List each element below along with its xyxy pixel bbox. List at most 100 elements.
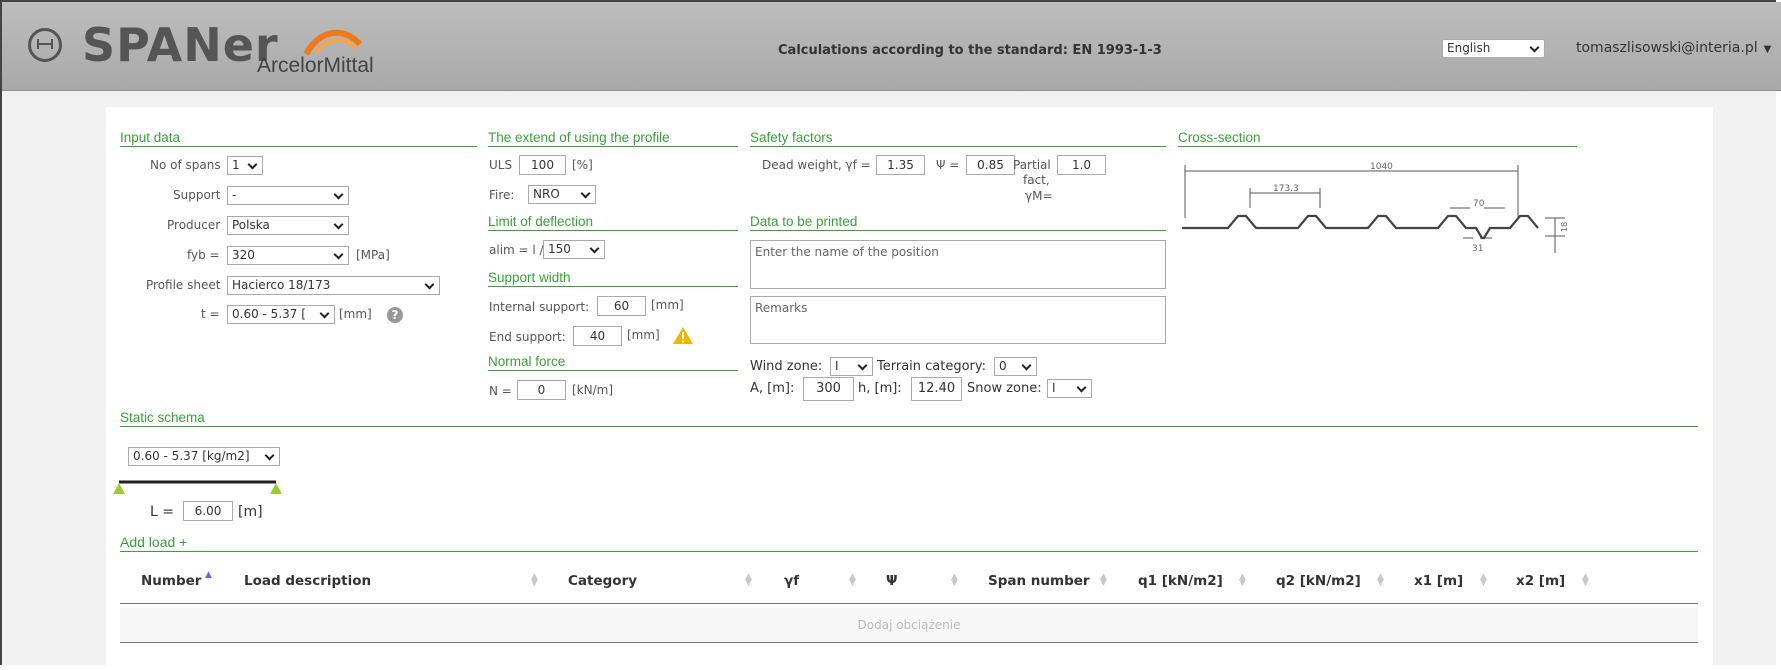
sort-icon[interactable]: ▲ ▼ — [531, 573, 538, 588]
uls-unit: [%] — [572, 158, 593, 172]
static-schema-heading: Static schema — [120, 410, 1698, 427]
terrain-category-label: Terrain category: — [877, 359, 987, 374]
fyb-unit: [MPa] — [356, 248, 390, 262]
partial-factor-label-1: Partial — [1013, 158, 1051, 172]
sort-icon[interactable]: ▲ ▼ — [1377, 573, 1384, 588]
a-input[interactable]: 300 — [803, 377, 854, 401]
table-bottom-divider — [120, 642, 1698, 643]
sort-icon[interactable]: ▲ ▼ — [1239, 573, 1246, 588]
dim-width-label: 1040 — [1370, 162, 1393, 172]
normal-force-heading: Normal force — [488, 354, 738, 371]
extend-heading: The extend of using the profile — [488, 130, 738, 147]
thickness-label: t = — [201, 307, 220, 321]
thickness-select[interactable]: 0.60 - 5.37 [ — [227, 305, 335, 324]
uls-label: ULS — [489, 158, 513, 172]
span-length-unit: [m] — [238, 504, 263, 520]
input-data-heading: Input data — [120, 130, 477, 147]
table-empty-row[interactable]: Dodaj obciążenie — [120, 608, 1698, 642]
col-x2[interactable]: x2 [m] — [1516, 573, 1565, 589]
end-support-input[interactable]: 40 — [573, 326, 622, 346]
snow-zone-select[interactable]: I — [1047, 379, 1092, 398]
remarks-textarea[interactable]: Remarks — [750, 296, 1166, 344]
spans-select[interactable]: 1 — [227, 156, 263, 175]
fire-label: Fire: — [489, 188, 515, 202]
internal-support-unit: [mm] — [651, 298, 684, 312]
dead-weight-input[interactable]: 1.35 — [876, 155, 925, 175]
partner-logo-text: ArcelorMittal — [257, 54, 374, 77]
sort-icon[interactable]: ▲ ▼ — [1480, 573, 1487, 588]
fyb-label: fyb = — [187, 248, 220, 262]
span-length-input[interactable]: 6.00 — [183, 501, 233, 521]
partial-factor-label-3: γM= — [1025, 189, 1053, 203]
internal-support-input[interactable]: 60 — [597, 296, 646, 316]
partial-factor-input[interactable]: 1.0 — [1057, 155, 1106, 175]
support-select[interactable]: - — [227, 186, 349, 205]
user-menu[interactable]: tomaszlisowski@interia.pl ▼ — [1576, 40, 1771, 56]
standard-title: Calculations according to the standard: … — [778, 43, 1162, 58]
chevron-down-icon: ▼ — [1763, 44, 1772, 55]
user-email: tomaszlisowski@interia.pl — [1576, 40, 1758, 56]
sort-icon[interactable]: ▲ ▼ — [1582, 573, 1589, 588]
uls-input[interactable]: 100 — [519, 155, 566, 175]
deflection-select[interactable]: 150 — [543, 240, 605, 259]
profile-select[interactable]: Hacierco 18/173 — [227, 276, 440, 295]
normal-force-label: N = — [489, 384, 512, 398]
load-select[interactable]: 0.60 - 5.37 [kg/m2] — [128, 447, 280, 466]
safety-heading: Safety factors — [750, 130, 1166, 147]
dead-weight-label: Dead weight, γf = — [762, 158, 871, 172]
brand-name: SPANer — [82, 18, 279, 72]
position-name-textarea[interactable]: Enter the name of the position — [750, 240, 1166, 289]
top-bar: SPANer ArcelorMittal Calculations accord… — [2, 2, 1781, 91]
left-support-icon — [113, 483, 125, 494]
support-width-heading: Support width — [488, 270, 738, 287]
producer-select[interactable]: Polska — [227, 216, 349, 235]
language-select[interactable]: English — [1442, 39, 1545, 58]
normal-force-input[interactable]: 0 — [517, 380, 566, 400]
sort-asc-icon[interactable]: ▲ — [205, 571, 212, 580]
partial-factor-label-2: fact, — [1023, 173, 1050, 187]
sort-icon[interactable]: ▲ ▼ — [745, 573, 752, 588]
h-label: h, [m]: — [858, 381, 902, 396]
end-support-unit: [mm] — [627, 328, 660, 342]
h-input[interactable]: 12.40 — [911, 377, 962, 401]
col-number[interactable]: Number — [141, 573, 201, 589]
producer-label: Producer — [167, 218, 221, 232]
cross-section-heading: Cross-section — [1178, 130, 1577, 147]
psi-label: Ψ = — [936, 158, 960, 172]
spans-label: No of spans — [150, 158, 221, 172]
fyb-select[interactable]: 320 — [227, 246, 349, 265]
deflection-heading: Limit of deflection — [488, 214, 738, 231]
cross-section-drawing: 1040 173.3 70 31 18 — [1182, 162, 1569, 254]
add-load-link[interactable]: Add load + — [120, 534, 1698, 552]
sort-icon[interactable]: ▲ ▼ — [951, 573, 958, 588]
dim-pitch-label: 173.3 — [1273, 184, 1299, 194]
warning-icon — [673, 327, 693, 344]
thickness-unit: [mm] — [339, 307, 372, 321]
beam-diagram — [113, 480, 282, 494]
col-psi[interactable]: Ψ — [886, 573, 897, 589]
col-x1[interactable]: x1 [m] — [1414, 573, 1463, 589]
wind-zone-select[interactable]: I — [830, 357, 873, 376]
col-q2[interactable]: q2 [kN/m2] — [1276, 573, 1361, 589]
fire-select[interactable]: NRO — [528, 185, 596, 204]
terrain-category-select[interactable]: 0 — [994, 357, 1037, 376]
wind-zone-label: Wind zone: — [750, 359, 823, 374]
psi-input[interactable]: 0.85 — [966, 155, 1015, 175]
spaner-logo-icon — [28, 28, 62, 62]
help-icon[interactable]: ? — [387, 307, 403, 323]
span-length-label: L = — [150, 504, 174, 520]
right-support-icon — [270, 483, 282, 494]
sort-icon[interactable]: ▲ ▼ — [849, 573, 856, 588]
col-q1[interactable]: q1 [kN/m2] — [1138, 573, 1223, 589]
arcelormittal-logo-icon — [303, 29, 363, 56]
col-gamma-f[interactable]: γf — [784, 573, 799, 589]
print-data-heading: Data to be printed — [750, 214, 1166, 231]
a-label: A, [m]: — [750, 381, 795, 396]
internal-support-label: Internal support: — [489, 300, 590, 314]
col-category[interactable]: Category — [568, 573, 637, 589]
col-load-description[interactable]: Load description — [244, 573, 371, 589]
sort-icon[interactable]: ▲ ▼ — [1100, 573, 1107, 588]
profile-label: Profile sheet — [146, 278, 221, 292]
col-span-number[interactable]: Span number — [988, 573, 1090, 589]
dim-height-label: 18 — [1560, 222, 1569, 232]
